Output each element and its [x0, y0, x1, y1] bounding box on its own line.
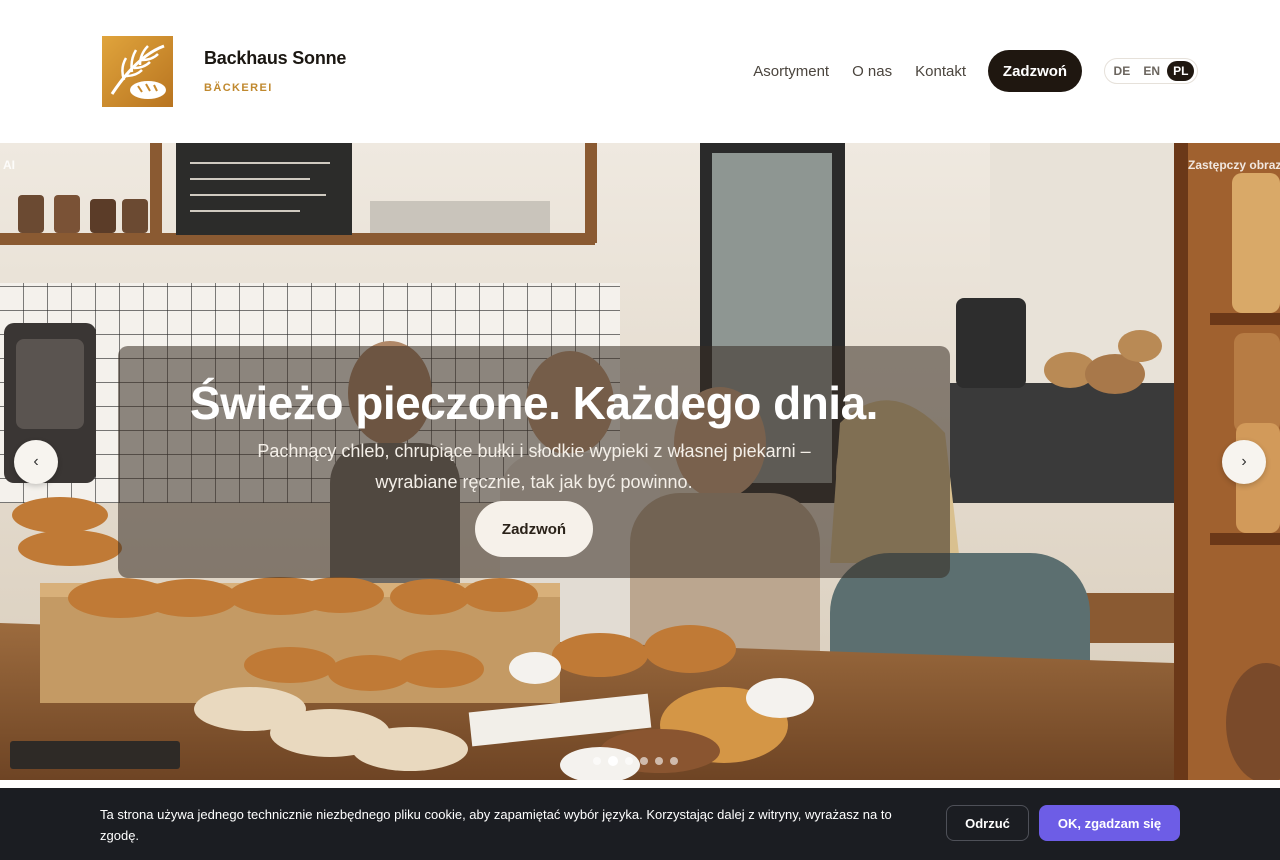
ai-image-tag: AI	[3, 158, 15, 172]
nav-item-o-nas[interactable]: O nas	[852, 63, 892, 80]
cookie-message: Ta strona używa jednego technicznie niez…	[100, 807, 892, 843]
hero-description: Pachnący chleb, chrupiące bułki i słodki…	[257, 441, 811, 492]
lang-option-de[interactable]: DE	[1108, 61, 1137, 81]
carousel-prev-button[interactable]: ‹	[14, 440, 58, 484]
chevron-right-icon: ›	[1241, 453, 1247, 470]
language-switcher: DE EN PL	[1104, 58, 1198, 84]
hero-title: Świeżo pieczone. Każdego dnia.	[190, 377, 878, 429]
carousel-next-button[interactable]: ›	[1222, 440, 1266, 484]
carousel-dots	[593, 756, 678, 766]
hero-carousel: AI Zastępczy obraz Świeżo pieczone. Każd…	[0, 143, 1280, 780]
nav-item-asortyment[interactable]: Asortyment	[753, 63, 829, 80]
lang-option-en[interactable]: EN	[1137, 61, 1166, 81]
carousel-dot[interactable]	[625, 757, 633, 765]
wheat-bread-logo-icon[interactable]	[102, 36, 173, 107]
cookie-accept-button[interactable]: OK, zgadzam się	[1039, 805, 1180, 841]
carousel-dot-active[interactable]	[608, 756, 618, 766]
carousel-dot[interactable]	[655, 757, 663, 765]
header-call-button[interactable]: Zadzwoń	[988, 50, 1082, 92]
carousel-dot[interactable]	[640, 757, 648, 765]
brand-name[interactable]: Backhaus Sonne	[204, 48, 346, 69]
cookie-decline-button[interactable]: Odrzuć	[946, 805, 1029, 841]
carousel-dot[interactable]	[593, 757, 601, 765]
cookie-banner: Ta strona używa jednego technicznie niez…	[0, 788, 1280, 860]
placeholder-image-tag: Zastępczy obraz	[1188, 158, 1280, 172]
nav-item-kontakt[interactable]: Kontakt	[915, 63, 966, 80]
hero-call-button[interactable]: Zadzwoń	[475, 501, 593, 557]
site-header: Backhaus Sonne BÄCKEREI Asortyment O nas…	[0, 0, 1280, 143]
brand-subtitle: BÄCKEREI	[204, 82, 273, 94]
chevron-left-icon: ‹	[33, 453, 39, 470]
hero-caption-box: Świeżo pieczone. Każdego dnia. Pachnący …	[118, 346, 950, 578]
lang-option-pl[interactable]: PL	[1167, 61, 1195, 81]
main-nav: Asortyment O nas Kontakt	[753, 50, 966, 92]
carousel-dot[interactable]	[670, 757, 678, 765]
